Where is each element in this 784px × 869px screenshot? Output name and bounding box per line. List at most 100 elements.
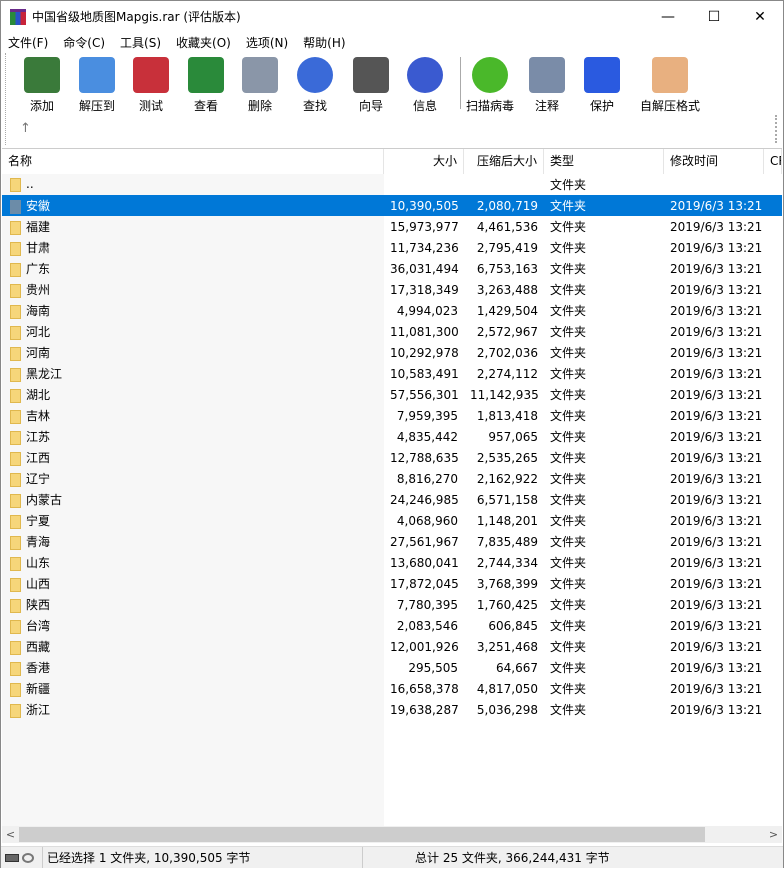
- table-row[interactable]: 广东 36,031,494 6,753,163 文件夹 2019/6/3 13:…: [2, 258, 782, 279]
- wizard-wand-icon: [353, 57, 389, 93]
- scroll-left-button[interactable]: <: [2, 828, 19, 841]
- table-row[interactable]: 甘肃 11,734,236 2,795,419 文件夹 2019/6/3 13:…: [2, 237, 782, 258]
- minimize-button[interactable]: —: [645, 1, 691, 32]
- row-packed: 2,274,112: [476, 366, 538, 381]
- row-size: 11,734,236: [390, 240, 459, 255]
- table-row[interactable]: 河北 11,081,300 2,572,967 文件夹 2019/6/3 13:…: [2, 321, 782, 342]
- row-packed: 1,429,504: [476, 303, 538, 318]
- test-clipboard-icon: [133, 57, 169, 93]
- row-name: 安徽: [26, 199, 51, 213]
- row-name: 河北: [26, 325, 51, 339]
- column-header-type[interactable]: 类型: [544, 149, 664, 174]
- folder-icon: [10, 598, 21, 613]
- table-row[interactable]: 湖北 57,556,301 11,142,935 文件夹 2019/6/3 13…: [2, 384, 782, 405]
- table-row[interactable]: 香港 295,505 64,667 文件夹 2019/6/3 13:21: [2, 657, 782, 678]
- row-packed: 2,162,922: [476, 471, 538, 486]
- row-name: 河南: [26, 346, 51, 360]
- maximize-button[interactable]: ☐: [691, 1, 737, 32]
- folder-icon: [10, 535, 21, 550]
- table-row[interactable]: 福建 15,973,977 4,461,536 文件夹 2019/6/3 13:…: [2, 216, 782, 237]
- parent-folder-row[interactable]: .. 文件夹: [2, 174, 782, 195]
- table-row[interactable]: 内蒙古 24,246,985 6,571,158 文件夹 2019/6/3 13…: [2, 489, 782, 510]
- toolbar: ↑ 添加 解压到 测试 查看 删除 查找 向导 信息 扫描病毒 注释 保护 自解压格式: [5, 53, 779, 145]
- column-header-crc[interactable]: CR: [764, 149, 782, 174]
- drive-icon[interactable]: [5, 853, 19, 862]
- menu-item[interactable]: 帮助(H): [303, 34, 345, 51]
- toolbar-button-label: 测试: [138, 99, 163, 113]
- row-size: 7,959,395: [396, 408, 458, 423]
- sfx-box-icon: [652, 57, 688, 93]
- toolbar-button[interactable]: 添加: [14, 57, 70, 114]
- toolbar-button-label: 查找: [302, 99, 327, 113]
- scroll-right-button[interactable]: >: [765, 828, 782, 841]
- folder-icon: [10, 304, 21, 319]
- row-modified: 2019/6/3 13:21: [670, 240, 763, 255]
- row-packed: 64,667: [496, 660, 538, 675]
- table-row[interactable]: 山东 13,680,041 2,744,334 文件夹 2019/6/3 13:…: [2, 552, 782, 573]
- row-size: 10,292,978: [390, 345, 459, 360]
- row-size: 8,816,270: [396, 471, 458, 486]
- add-archive-icon: [24, 57, 60, 93]
- row-size: 19,638,287: [390, 702, 459, 717]
- table-row[interactable]: 江苏 4,835,442 957,065 文件夹 2019/6/3 13:21: [2, 426, 782, 447]
- toolbar-grip[interactable]: [775, 115, 777, 143]
- row-size: 4,068,960: [396, 513, 458, 528]
- row-modified: 2019/6/3 13:21: [670, 534, 763, 549]
- row-modified: 2019/6/3 13:21: [670, 513, 763, 528]
- scroll-thumb[interactable]: [19, 827, 705, 842]
- table-row[interactable]: 山西 17,872,045 3,768,399 文件夹 2019/6/3 13:…: [2, 573, 782, 594]
- column-header-packed[interactable]: 压缩后大小: [464, 149, 544, 174]
- toolbar-button[interactable]: 解压到: [69, 57, 125, 114]
- row-size: 295,505: [408, 660, 458, 675]
- toolbar-button[interactable]: 扫描病毒: [462, 57, 518, 114]
- close-button[interactable]: ✕: [737, 1, 783, 32]
- toolbar-button[interactable]: 注释: [519, 57, 575, 114]
- menu-item[interactable]: 收藏夹(O): [176, 34, 231, 51]
- table-row[interactable]: 浙江 19,638,287 5,036,298 文件夹 2019/6/3 13:…: [2, 699, 782, 720]
- row-name: 贵州: [26, 283, 51, 297]
- key-icon[interactable]: [22, 852, 34, 863]
- table-row[interactable]: 河南 10,292,978 2,702,036 文件夹 2019/6/3 13:…: [2, 342, 782, 363]
- table-row[interactable]: 辽宁 8,816,270 2,162,922 文件夹 2019/6/3 13:2…: [2, 468, 782, 489]
- column-header-name[interactable]: 名称: [2, 149, 384, 174]
- table-row[interactable]: 西藏 12,001,926 3,251,468 文件夹 2019/6/3 13:…: [2, 636, 782, 657]
- toolbar-button[interactable]: 删除: [232, 57, 288, 114]
- row-size: 17,872,045: [390, 576, 459, 591]
- row-modified: 2019/6/3 13:21: [670, 681, 763, 696]
- column-header-modified[interactable]: 修改时间: [664, 149, 764, 174]
- table-row[interactable]: 江西 12,788,635 2,535,265 文件夹 2019/6/3 13:…: [2, 447, 782, 468]
- toolbar-button[interactable]: 向导: [343, 57, 399, 114]
- up-arrow-button[interactable]: ↑: [20, 121, 31, 136]
- table-row[interactable]: 陕西 7,780,395 1,760,425 文件夹 2019/6/3 13:2…: [2, 594, 782, 615]
- menu-item[interactable]: 选项(N): [246, 34, 288, 51]
- table-row[interactable]: 台湾 2,083,546 606,845 文件夹 2019/6/3 13:21: [2, 615, 782, 636]
- row-packed: 6,571,158: [476, 492, 538, 507]
- table-row[interactable]: 吉林 7,959,395 1,813,418 文件夹 2019/6/3 13:2…: [2, 405, 782, 426]
- table-row[interactable]: 宁夏 4,068,960 1,148,201 文件夹 2019/6/3 13:2…: [2, 510, 782, 531]
- toolbar-button[interactable]: 测试: [123, 57, 179, 114]
- menu-item[interactable]: 命令(C): [63, 34, 105, 51]
- menu-item[interactable]: 工具(S): [120, 34, 161, 51]
- row-modified: 2019/6/3 13:21: [670, 345, 763, 360]
- folder-icon: [10, 177, 21, 192]
- column-header-size[interactable]: 大小: [384, 149, 464, 174]
- toolbar-button[interactable]: 查看: [178, 57, 234, 114]
- horizontal-scrollbar[interactable]: < >: [2, 826, 782, 843]
- table-row[interactable]: 贵州 17,318,349 3,263,488 文件夹 2019/6/3 13:…: [2, 279, 782, 300]
- folder-icon: [10, 367, 21, 382]
- folder-icon: [10, 472, 21, 487]
- table-row[interactable]: 黑龙江 10,583,491 2,274,112 文件夹 2019/6/3 13…: [2, 363, 782, 384]
- table-row[interactable]: 新疆 16,658,378 4,817,050 文件夹 2019/6/3 13:…: [2, 678, 782, 699]
- table-row[interactable]: 青海 27,561,967 7,835,489 文件夹 2019/6/3 13:…: [2, 531, 782, 552]
- table-row[interactable]: 海南 4,994,023 1,429,504 文件夹 2019/6/3 13:2…: [2, 300, 782, 321]
- toolbar-button[interactable]: 保护: [574, 57, 630, 114]
- toolbar-button[interactable]: 查找: [287, 57, 343, 114]
- table-row[interactable]: 安徽 10,390,505 2,080,719 文件夹 2019/6/3 13:…: [2, 195, 782, 216]
- row-name: 湖北: [26, 388, 51, 402]
- toolbar-button[interactable]: 自解压格式: [635, 57, 705, 114]
- status-bar: 已经选择 1 文件夹, 10,390,505 字节 总计 25 文件夹, 366…: [1, 846, 783, 868]
- toolbar-button[interactable]: 信息: [397, 57, 453, 114]
- row-type: 文件夹: [550, 346, 587, 360]
- row-type: 文件夹: [550, 472, 587, 486]
- menu-item[interactable]: 文件(F): [8, 34, 48, 51]
